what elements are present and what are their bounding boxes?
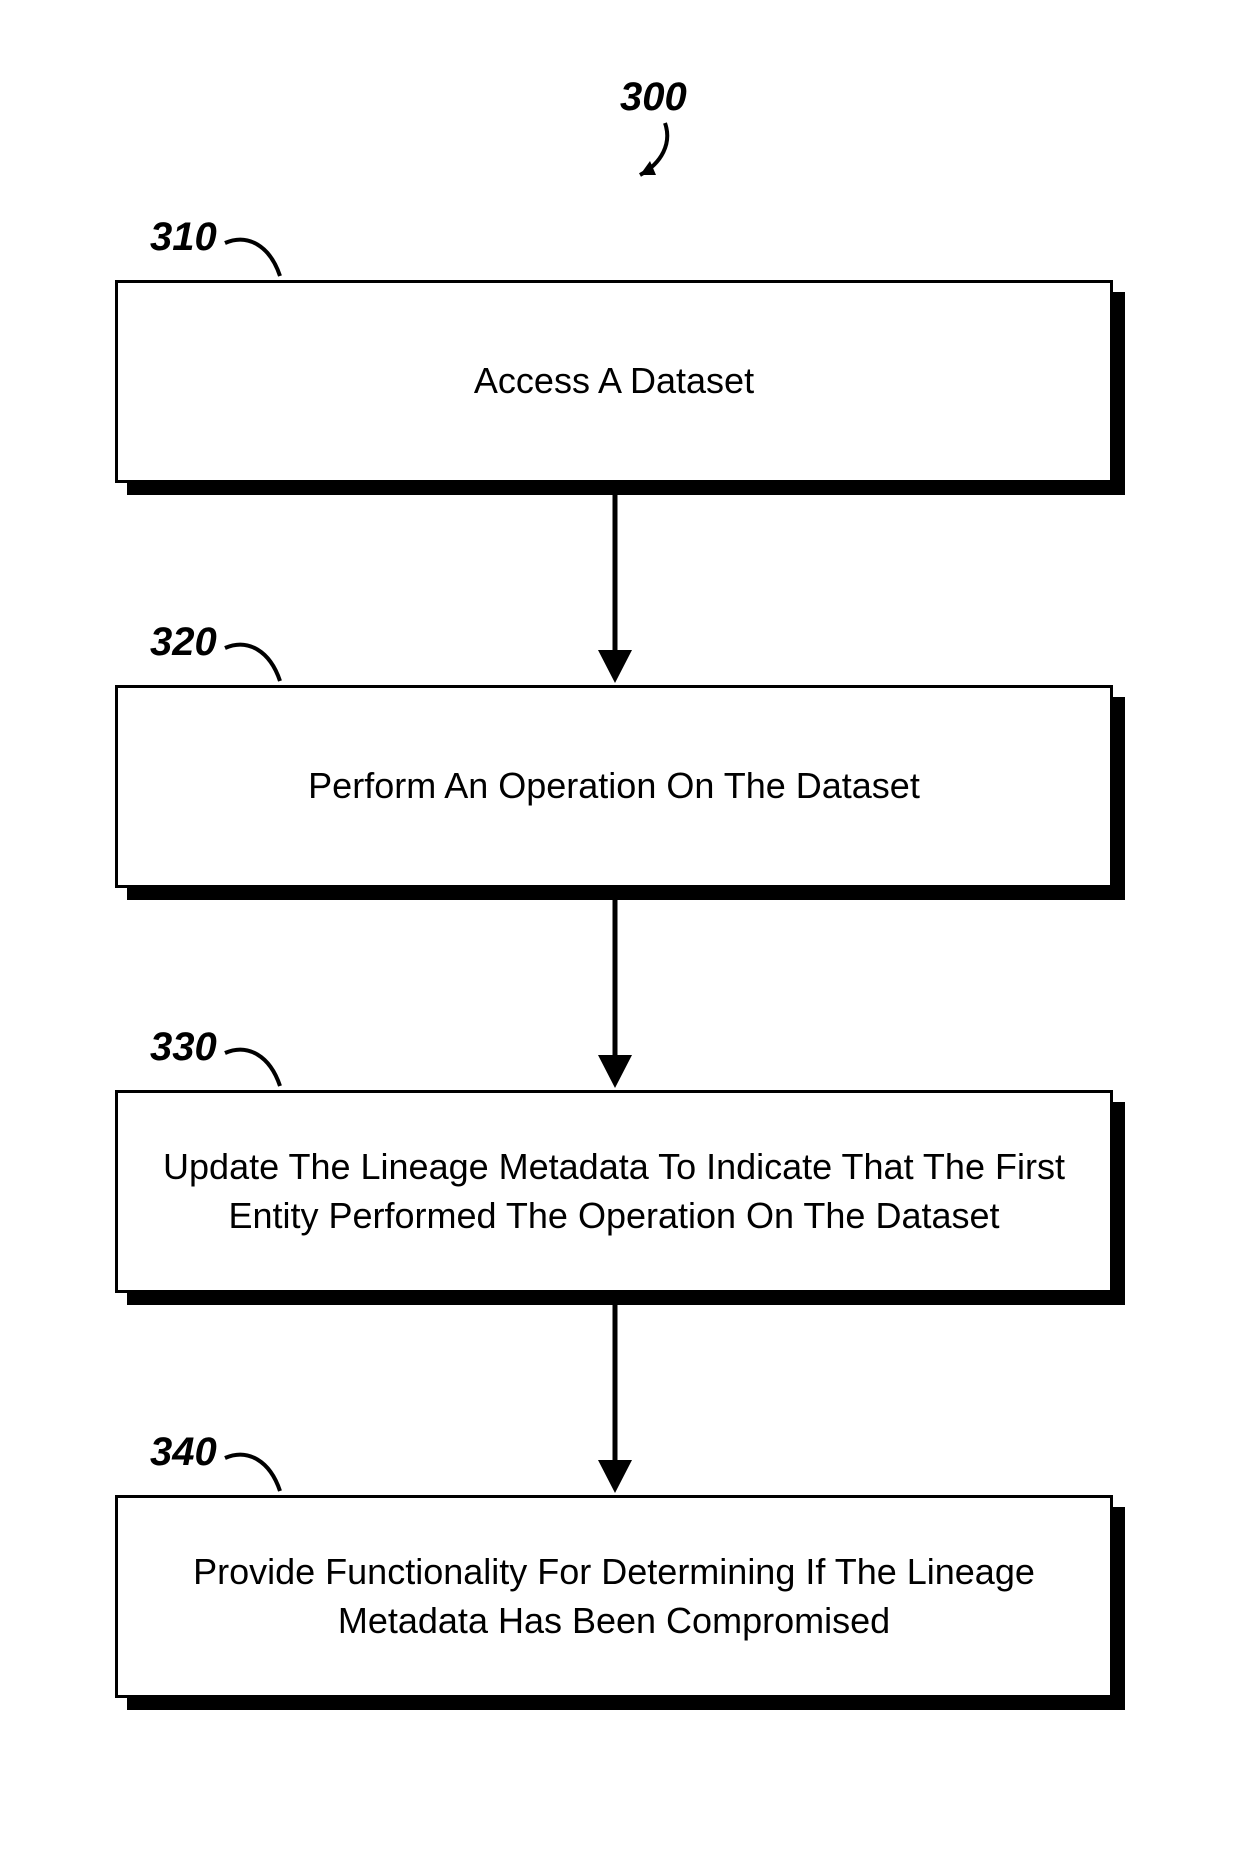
arrow-320-to-330 bbox=[590, 900, 640, 1090]
step-box-310: Access A Dataset bbox=[115, 280, 1125, 495]
arrow-310-to-320 bbox=[590, 495, 640, 685]
step-text-310: Access A Dataset bbox=[474, 357, 754, 406]
step-label-310: 310 bbox=[150, 215, 217, 260]
step-box-330: Update The Lineage Metadata To Indicate … bbox=[115, 1090, 1125, 1305]
step-label-340: 340 bbox=[150, 1430, 217, 1475]
step-text-340: Provide Functionality For Determining If… bbox=[158, 1548, 1070, 1645]
arrow-330-to-340 bbox=[590, 1305, 640, 1495]
step-label-320: 320 bbox=[150, 620, 217, 665]
step-text-330: Update The Lineage Metadata To Indicate … bbox=[158, 1143, 1070, 1240]
box-front: Provide Functionality For Determining If… bbox=[115, 1495, 1113, 1698]
box-front: Access A Dataset bbox=[115, 280, 1113, 483]
step-label-330: 330 bbox=[150, 1025, 217, 1070]
flowchart-canvas: 300 310 Access A Dataset 320 Perform An … bbox=[0, 0, 1240, 1862]
label-connector-320 bbox=[220, 633, 290, 688]
box-front: Update The Lineage Metadata To Indicate … bbox=[115, 1090, 1113, 1293]
step-box-320: Perform An Operation On The Dataset bbox=[115, 685, 1125, 900]
step-text-320: Perform An Operation On The Dataset bbox=[308, 762, 920, 811]
label-connector-330 bbox=[220, 1038, 290, 1093]
label-connector-340 bbox=[220, 1443, 290, 1498]
box-front: Perform An Operation On The Dataset bbox=[115, 685, 1113, 888]
label-connector-310 bbox=[220, 228, 290, 283]
step-box-340: Provide Functionality For Determining If… bbox=[115, 1495, 1125, 1710]
title-pointer-arrow bbox=[610, 115, 690, 195]
title-label: 300 bbox=[620, 75, 687, 120]
